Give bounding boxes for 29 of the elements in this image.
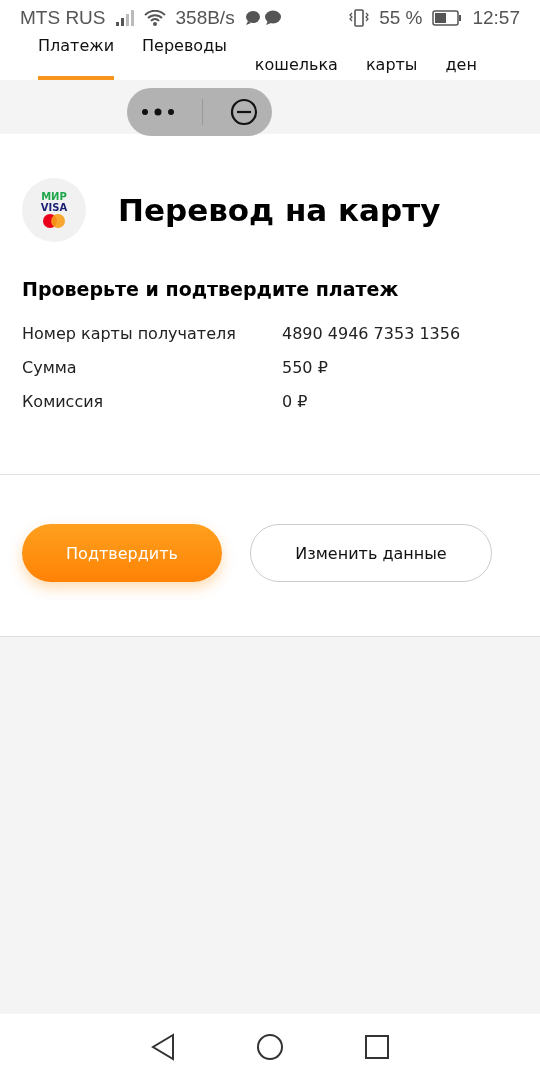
section-title: Проверьте и подтвердите платеж bbox=[22, 278, 400, 300]
detail-label: Сумма bbox=[22, 358, 78, 379]
back-icon[interactable] bbox=[150, 1033, 176, 1061]
detail-value: 0 ₽ bbox=[282, 392, 309, 413]
close-icon[interactable] bbox=[230, 98, 259, 126]
logo-text: VISA bbox=[40, 203, 68, 213]
clock-time: 12:57 bbox=[472, 7, 520, 29]
tab[interactable]: ден bbox=[445, 36, 477, 80]
tab[interactable]: Переводы bbox=[142, 36, 227, 80]
network-speed: 358B/s bbox=[175, 7, 235, 29]
detail-value: 4890 4946 7353 1356 bbox=[282, 324, 462, 345]
signal-icon bbox=[115, 10, 134, 26]
recents-icon[interactable] bbox=[364, 1034, 390, 1060]
tab[interactable]: карты bbox=[365, 36, 418, 80]
more-icon[interactable] bbox=[140, 108, 175, 116]
home-icon[interactable] bbox=[256, 1033, 284, 1061]
wifi-icon bbox=[143, 10, 166, 26]
page-title: Перевод на карту bbox=[118, 192, 441, 228]
mastercard-icon bbox=[42, 214, 66, 228]
edit-button[interactable]: Изменить данные bbox=[250, 524, 492, 582]
battery-percent: 55 % bbox=[379, 7, 423, 29]
vibrate-icon bbox=[349, 9, 370, 27]
detail-value: 550 ₽ bbox=[282, 358, 329, 379]
battery-icon bbox=[432, 10, 463, 26]
carrier-name: MTS RUS bbox=[20, 7, 106, 29]
logo-text: МИР bbox=[41, 192, 67, 202]
detail-label: Номер карты получателя bbox=[22, 324, 237, 345]
detail-label: Комиссия bbox=[22, 392, 105, 413]
tab[interactable]: кошелька bbox=[254, 36, 338, 80]
